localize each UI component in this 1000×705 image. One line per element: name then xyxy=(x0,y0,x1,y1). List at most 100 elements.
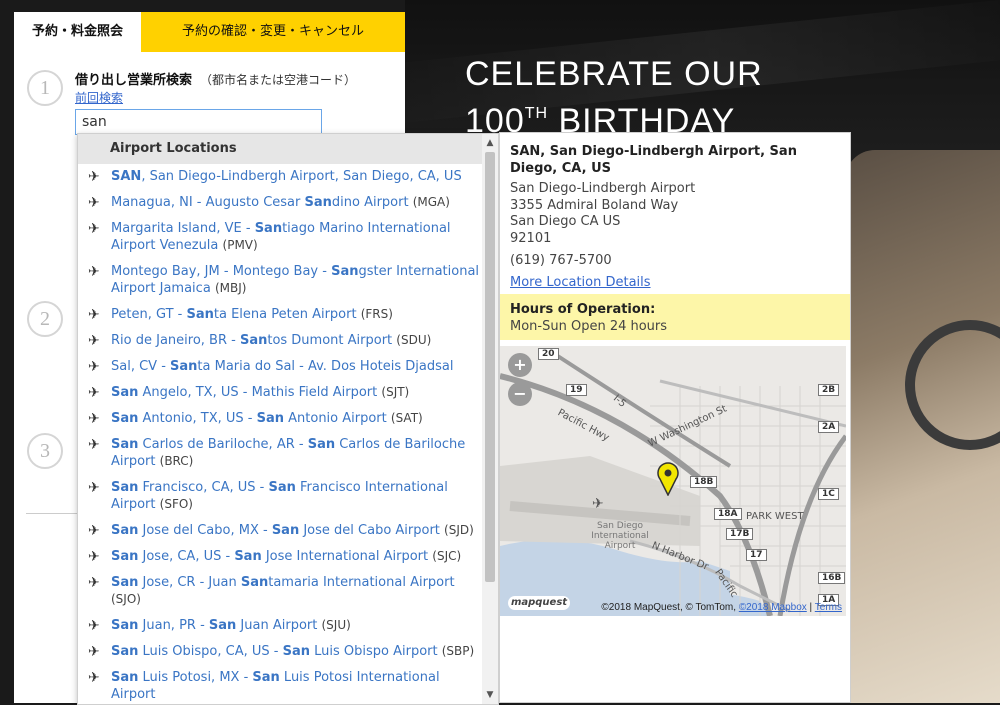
airport-list-item[interactable]: ✈ SAN, San Diego-Lindbergh Airport, San D… xyxy=(78,164,498,190)
airport-list-item[interactable]: ✈ Margarita Island, VE - Santiago Marino … xyxy=(78,216,498,259)
airport-code: (PMV) xyxy=(222,238,258,252)
location-title: SAN, San Diego-Lindbergh Airport, San Di… xyxy=(510,144,797,176)
scroll-down-arrow-icon[interactable]: ▼ xyxy=(482,688,498,702)
exit-shield: 19 xyxy=(566,384,587,396)
booking-tabs: 予約・料金照会 予約の確認・変更・キャンセル xyxy=(14,12,405,52)
airport-list-item[interactable]: ✈ San Jose del Cabo, MX - San Jose del Ca… xyxy=(78,518,498,544)
airport-code: (SAT) xyxy=(390,411,423,425)
exit-shield: 17B xyxy=(726,528,754,540)
airport-code: (SJC) xyxy=(432,549,462,563)
step-3-circle: 3 xyxy=(27,433,63,469)
airport-list-item[interactable]: ✈ San Luis Obispo, CA, US - San Luis Obis… xyxy=(78,639,498,665)
airplane-icon: ✈ xyxy=(88,411,100,427)
exit-shield: 2B xyxy=(818,384,840,396)
map-zoom-out-button[interactable]: − xyxy=(508,382,532,406)
airplane-icon: ✈ xyxy=(88,221,100,237)
address-line: 92101 xyxy=(510,230,552,246)
hours-title: Hours of Operation: xyxy=(510,302,656,317)
airport-list-item[interactable]: ✈ San Juan, PR - San Juan Airport (SJU) xyxy=(78,613,498,639)
airplane-icon: ✈ xyxy=(88,333,100,349)
airport-code: (SBP) xyxy=(441,644,475,658)
airport-list-item[interactable]: ✈ San Jose, CR - Juan Santamaria Internat… xyxy=(78,570,498,613)
airport-list-item[interactable]: ✈ Managua, NI - Augusto Cesar Sandino Air… xyxy=(78,190,498,216)
exit-shield: 2A xyxy=(818,421,840,433)
hours-of-operation: Hours of Operation: Mon-Sun Open 24 hour… xyxy=(500,294,850,340)
pickup-search-input[interactable] xyxy=(75,109,322,135)
address-line: 3355 Admiral Boland Way xyxy=(510,197,679,213)
airport-list-item[interactable]: ✈ San Angelo, TX, US - Mathis Field Airpo… xyxy=(78,380,498,406)
airplane-icon: ✈ xyxy=(88,549,100,565)
location-map[interactable]: Pacific Hwy W Washington St I-5 PARK WES… xyxy=(500,346,846,616)
airplane-icon: ✈ xyxy=(88,264,100,280)
map-label-airport: San Diego International Airport xyxy=(591,521,649,551)
airport-list-item[interactable]: ✈ Rio de Janeiro, BR - Santos Dumont Airp… xyxy=(78,328,498,354)
address-line: San Diego CA US xyxy=(510,214,621,229)
airplane-icon: ✈ xyxy=(88,523,100,539)
airport-code: (FRS) xyxy=(360,307,393,321)
hours-text: Mon-Sun Open 24 hours xyxy=(510,319,668,334)
tab-reservation[interactable]: 予約・料金照会 xyxy=(14,12,141,52)
airport-list-item[interactable]: ✈ San Luis Potosi, MX - San Luis Potosi I… xyxy=(78,665,498,704)
airport-locations-header: Airport Locations xyxy=(78,134,498,164)
address-line: San Diego-Lindbergh Airport xyxy=(510,181,696,196)
airport-suggestions-dropdown: Airport Locations ✈ SAN, San Diego-Lindbe… xyxy=(77,133,499,705)
airport-list-item[interactable]: ✈ San Jose, CA, US - San Jose Internation… xyxy=(78,544,498,570)
airplane-icon: ✈ xyxy=(88,618,100,634)
airport-code: (BRC) xyxy=(159,454,194,468)
tab-manage-reservation[interactable]: 予約の確認・変更・キャンセル xyxy=(141,12,405,52)
step-1-circle: 1 xyxy=(27,70,63,106)
airplane-icon: ✈ xyxy=(88,385,100,401)
exit-shield: 17 xyxy=(746,549,767,561)
step-2-circle: 2 xyxy=(27,301,63,337)
airplane-icon: ✈ xyxy=(88,359,100,375)
pickup-location-label: 借り出し営業所検索 （都市名または空港コード） xyxy=(75,73,357,88)
airport-list-item[interactable]: ✈ Sal, CV - Santa Maria do Sal - Av. Dos … xyxy=(78,354,498,380)
airplane-icon: ✈ xyxy=(88,307,100,323)
map-zoom-in-button[interactable]: + xyxy=(508,353,532,377)
location-detail-card: SAN, San Diego-Lindbergh Airport, San Di… xyxy=(499,132,851,703)
dropdown-scrollbar[interactable]: ▲ ▼ xyxy=(482,134,498,704)
previous-search-link[interactable]: 前回検索 xyxy=(75,89,123,106)
airport-list-item[interactable]: ✈ San Antonio, TX, US - San Antonio Airpo… xyxy=(78,406,498,432)
airplane-icon: ✈ xyxy=(88,195,100,211)
airport-code: (SJD) xyxy=(444,523,474,537)
airport-list: ✈ SAN, San Diego-Lindbergh Airport, San D… xyxy=(78,164,498,704)
airport-code: (SJT) xyxy=(381,385,410,399)
airplane-icon: ✈ xyxy=(88,670,100,686)
airplane-icon: ✈ xyxy=(592,496,604,512)
airport-code: (MBJ) xyxy=(214,281,247,295)
exit-shield: 1C xyxy=(818,488,839,500)
exit-shield: 20 xyxy=(538,348,559,360)
airport-code: (SFO) xyxy=(159,497,193,511)
airport-code: (MGA) xyxy=(412,195,450,209)
airport-code: (SDU) xyxy=(396,333,432,347)
map-label-park-west: PARK WEST xyxy=(746,511,804,522)
airport-list-item[interactable]: ✈ Montego Bay, JM - Montego Bay - Sangste… xyxy=(78,259,498,302)
more-location-details-link[interactable]: More Location Details xyxy=(510,275,651,290)
hero-headline: CELEBRATE OUR 100TH BIRTHDAY xyxy=(465,54,763,141)
scroll-up-arrow-icon[interactable]: ▲ xyxy=(482,136,498,150)
airplane-icon: ✈ xyxy=(88,437,100,453)
exit-shield: 16B xyxy=(818,572,846,584)
location-address: San Diego-Lindbergh Airport 3355 Admiral… xyxy=(510,181,695,247)
airplane-icon: ✈ xyxy=(88,169,100,185)
location-pin-icon[interactable] xyxy=(657,462,679,500)
terms-link[interactable]: Terms xyxy=(815,602,842,613)
airport-list-item[interactable]: ✈ San Francisco, CA, US - San Francisco I… xyxy=(78,475,498,518)
airplane-icon: ✈ xyxy=(88,644,100,660)
airport-code: (SJU) xyxy=(321,618,351,632)
mapquest-logo: mapquest xyxy=(508,596,570,610)
mapbox-link[interactable]: ©2018 Mapbox xyxy=(739,602,807,613)
exit-shield: 18B xyxy=(690,476,718,488)
hero-line-1: CELEBRATE OUR xyxy=(465,55,763,93)
location-phone: (619) 767-5700 xyxy=(510,253,612,268)
map-attribution: ©2018 MapQuest, © TomTom, ©2018 Mapbox |… xyxy=(601,602,842,613)
airport-code: (SJO) xyxy=(111,592,141,606)
airport-list-item[interactable]: ✈ San Carlos de Bariloche, AR - San Carlo… xyxy=(78,432,498,475)
scroll-thumb[interactable] xyxy=(485,152,495,582)
pickup-hint: （都市名または空港コード） xyxy=(200,73,357,87)
airplane-icon: ✈ xyxy=(88,480,100,496)
airplane-icon: ✈ xyxy=(88,575,100,591)
airport-list-item[interactable]: ✈ Peten, GT - Santa Elena Peten Airport (… xyxy=(78,302,498,328)
exit-shield: 18A xyxy=(714,508,742,520)
